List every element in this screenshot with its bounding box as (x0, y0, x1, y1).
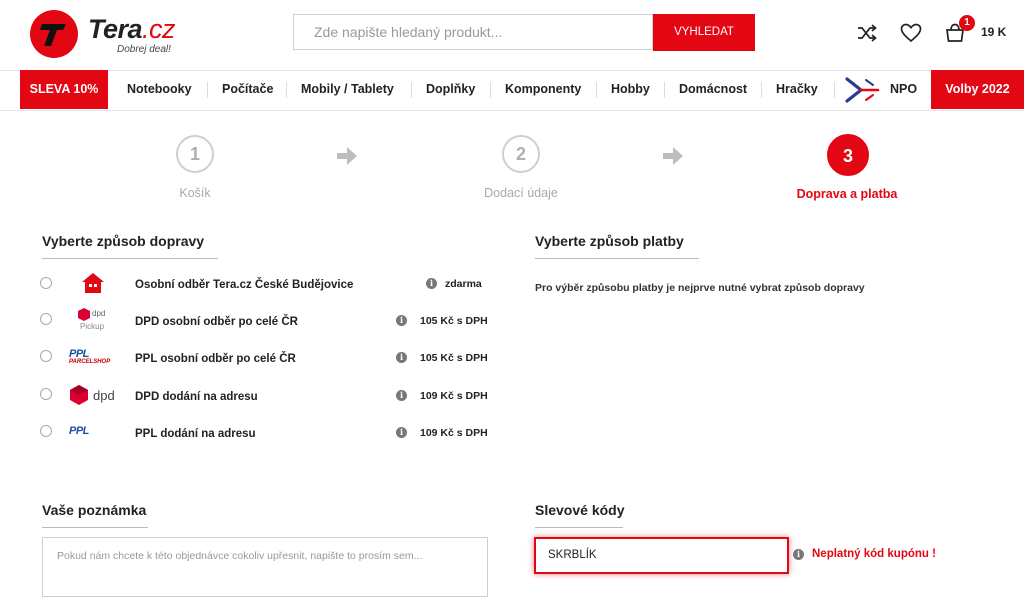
shipping-name[interactable]: PPL dodání na adresu (135, 428, 256, 440)
shipping-title: Vyberte způsob dopravy (42, 233, 205, 249)
shipping-radio-ppl-adresa[interactable] (40, 425, 52, 437)
info-icon[interactable]: i (396, 315, 407, 326)
nav-item-npo[interactable]: NPO (890, 70, 917, 109)
shipping-radio-dpd-pickup[interactable] (40, 313, 52, 325)
payment-title: Vyberte způsob platby (535, 233, 684, 249)
step-2-circle[interactable]: 2 (502, 135, 540, 173)
ppl-text: PPL (69, 425, 89, 437)
section-divider (535, 527, 623, 528)
shuffle-icon[interactable] (855, 21, 879, 45)
discount-code-input[interactable]: SKRBLÍK (534, 537, 789, 574)
logo-domain: .cz (142, 14, 176, 44)
info-icon[interactable]: i (396, 390, 407, 401)
nav-promo-sleva[interactable]: SLEVA 10% (20, 70, 108, 109)
nav-divider (761, 82, 762, 98)
info-icon[interactable]: i (426, 278, 437, 289)
info-icon[interactable]: i (396, 352, 407, 363)
discount-title: Slevové kódy (535, 502, 625, 518)
search-button[interactable]: VYHLEDAT (653, 14, 755, 51)
nav-divider (286, 82, 287, 98)
info-icon[interactable]: i (396, 427, 407, 438)
note-title: Vaše poznámka (42, 502, 147, 518)
shipping-name[interactable]: PPL osobní odběr po celé ČR (135, 353, 296, 365)
note-textarea[interactable]: Pokud nám chcete k této objednávce cokol… (42, 537, 488, 597)
shipping-radio-dpd-adresa[interactable] (40, 388, 52, 400)
dpd-text: dpd (93, 388, 115, 403)
house-icon (82, 273, 104, 293)
section-divider (42, 527, 148, 528)
dpd-pickup-logo: dpd Pickup (78, 308, 114, 334)
shipping-price: 105 Kč s DPH (420, 315, 488, 327)
logo-wordmark[interactable]: Tera.cz (88, 14, 176, 45)
nav-divider (664, 82, 665, 98)
tera-logo-icon (40, 24, 66, 46)
step-3-circle: 3 (827, 134, 869, 176)
dpd-pickup-text: dpd (92, 309, 106, 318)
step-1-circle[interactable]: 1 (176, 135, 214, 173)
nav-item-mobily[interactable]: Mobily / Tablety (301, 70, 394, 109)
nav-item-domacnost[interactable]: Domácnost (679, 70, 747, 109)
nav-divider (207, 82, 208, 98)
coupon-error-message: Neplatný kód kupónu ! (812, 548, 936, 560)
cart-count-badge: 1 (959, 15, 975, 31)
step-1-label[interactable]: Košík (115, 186, 275, 200)
search-input[interactable]: Zde napište hledaný produkt... (293, 14, 653, 50)
step-2-label[interactable]: Dodací údaje (441, 186, 601, 200)
nav-divider (834, 82, 835, 98)
logo-tagline: Dobrej deal! (117, 44, 171, 55)
nav-item-doplnky[interactable]: Doplňky (426, 70, 475, 109)
step-3-label: Doprava a platba (796, 187, 898, 201)
nav-item-hobby[interactable]: Hobby (611, 70, 650, 109)
step-arrow-icon (663, 147, 683, 165)
shipping-price: 109 Kč s DPH (420, 427, 488, 439)
nav-divider (596, 82, 597, 98)
nav-item-volby[interactable]: Volby 2022 (931, 70, 1024, 109)
shipping-name[interactable]: Osobní odběr Tera.cz České Budějovice (135, 279, 353, 291)
heart-icon[interactable] (899, 21, 923, 45)
shipping-price: zdarma (445, 278, 482, 290)
dpd-cube-icon (78, 308, 90, 321)
section-divider (42, 258, 218, 259)
ppl-parcelshop-sub: PARCELSHOP (69, 359, 111, 365)
ppl-logo: PPL (69, 425, 119, 440)
cart-total[interactable]: 19 K (981, 25, 1006, 39)
shipping-name[interactable]: DPD dodání na adresu (135, 391, 258, 403)
error-info-icon: i (793, 549, 804, 560)
logo-name: Tera (88, 14, 143, 44)
nav-item-komponenty[interactable]: Komponenty (505, 70, 581, 109)
dpd-cube-icon (70, 385, 88, 405)
shipping-price: 105 Kč s DPH (420, 352, 488, 364)
nav-item-pocitace[interactable]: Počítače (222, 70, 273, 109)
payment-note: Pro výběr způsobu platby je nejprve nutn… (535, 282, 865, 294)
logo-badge[interactable] (30, 10, 78, 58)
ppl-parcelshop-logo: PPL PARCELSHOP (69, 348, 121, 369)
shipping-price: 109 Kč s DPH (420, 390, 488, 402)
npo-logo-icon[interactable] (844, 76, 882, 104)
shipping-name[interactable]: DPD osobní odběr po celé ČR (135, 316, 298, 328)
nav-item-notebooky[interactable]: Notebooky (127, 70, 192, 109)
nav-divider (490, 82, 491, 98)
shipping-radio-osobni-odber[interactable] (40, 277, 52, 289)
section-divider (535, 258, 699, 259)
dpd-pickup-sub: Pickup (80, 322, 105, 331)
dpd-logo: dpd (70, 385, 120, 407)
step-arrow-icon (337, 147, 357, 165)
nav-item-hracky[interactable]: Hračky (776, 70, 818, 109)
shipping-radio-ppl-parcelshop[interactable] (40, 350, 52, 362)
nav-divider (411, 82, 412, 98)
